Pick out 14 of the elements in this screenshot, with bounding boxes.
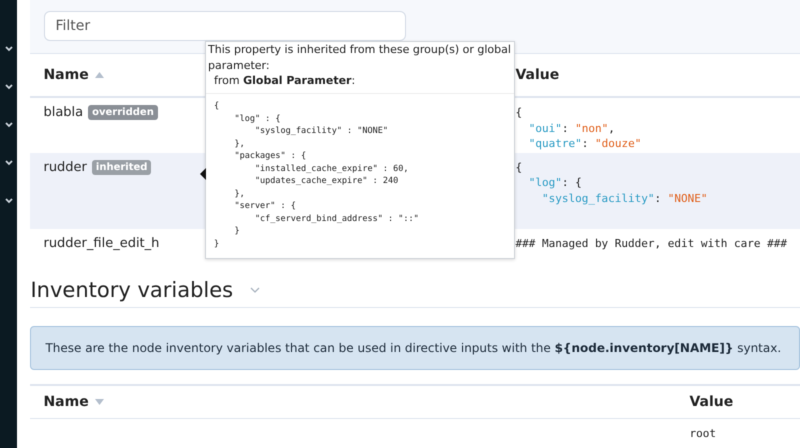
section-title: Inventory variables xyxy=(30,278,234,302)
tooltip-text: This property is inherited from these group(s) or global parameter: xyxy=(207,42,512,74)
property-name: rudder xyxy=(43,160,87,175)
tooltip-code: { "log" : { "syslog_facility" : "NONE" }, "packages" : { "installed_cache_expire" : 60, "updates_cache_expire" : 240 }, "server" : { "cf_serverd_bind_address" : "::" } } xyxy=(213,100,420,250)
status-tag: overridden xyxy=(88,105,158,120)
property-value: { "oui": "non", "quatre": "douze" xyxy=(515,105,642,152)
property-value: ### Managed by Rudder, edit with care ### xyxy=(515,236,787,252)
status-tag: inherited xyxy=(92,160,152,175)
info-banner: These are the node inventory variables that can be used in directive inputs with the ${node.inventory[NAME]} syntax. xyxy=(30,326,800,370)
variable-value: root xyxy=(689,426,717,442)
property-name: rudder_file_edit_h xyxy=(43,236,160,251)
property-name: blabla xyxy=(43,105,84,120)
tooltip-source: from Global Parameter: xyxy=(206,74,514,94)
property-value: { "log": { "syslog_facility": "NONE" xyxy=(515,160,709,207)
